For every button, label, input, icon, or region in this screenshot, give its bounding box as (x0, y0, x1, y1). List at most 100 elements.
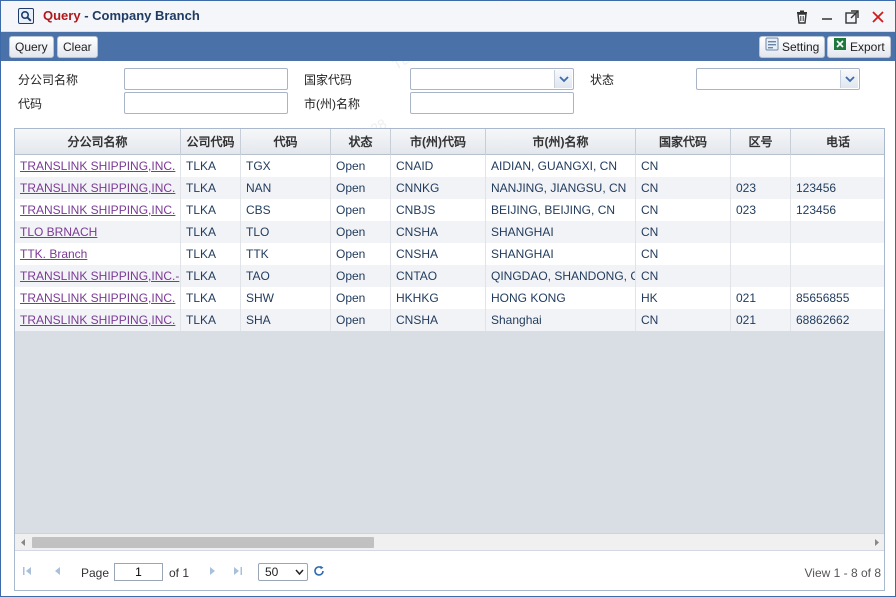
city-name-label: 市(州)名称 (304, 97, 360, 111)
grid-header: 分公司名称 公司代码 代码 状态 市(州)代码 市(州)名称 国家代码 区号 电话 (15, 129, 884, 155)
table-cell: 123456 (791, 199, 884, 221)
table-cell (791, 155, 884, 177)
table-cell: CNAID (391, 155, 486, 177)
window-title: Query - Company Branch (43, 8, 200, 23)
export-button-label: Export (850, 40, 885, 54)
column-header-area-code[interactable]: 区号 (731, 129, 791, 155)
branch-name-link[interactable]: TRANSLINK SHIPPING,INC. (15, 177, 181, 199)
table-row[interactable]: TLO BRNACH TLKA TLO Open CNSHA SHANGHAI CN (15, 221, 884, 243)
table-cell: TLKA (181, 287, 241, 309)
branch-name-link[interactable]: TRANSLINK SHIPPING,INC. (15, 199, 181, 221)
table-cell: Open (331, 155, 391, 177)
column-header-code[interactable]: 代码 (241, 129, 331, 155)
table-cell: TLKA (181, 221, 241, 243)
branch-name-link[interactable]: TLO BRNACH (15, 221, 181, 243)
search-form: 分公司名称 国家代码 状态 代码 市(州)名称 (1, 61, 895, 123)
setting-button-label: Setting (782, 40, 820, 54)
column-header-phone[interactable]: 电话 (791, 129, 884, 155)
table-cell: TLKA (181, 243, 241, 265)
table-row[interactable]: TRANSLINK SHIPPING,INC. TLKA SHA Open CNSHA S… (15, 309, 884, 331)
table-row[interactable]: TRANSLINK SHIPPING,INC.- TLKA TAO Open CNTAO… (15, 265, 884, 287)
title-name: Company Branch (92, 8, 200, 23)
table-cell: CNNKG (391, 177, 486, 199)
column-header-city-name[interactable]: 市(州)名称 (486, 129, 636, 155)
branch-name-link[interactable]: TRANSLINK SHIPPING,INC.- (15, 265, 181, 287)
table-cell: CNSHA (391, 309, 486, 331)
column-header-city-code[interactable]: 市(州)代码 (391, 129, 486, 155)
column-header-status[interactable]: 状态 (331, 129, 391, 155)
scroll-right-icon[interactable] (872, 537, 882, 548)
column-header-country-code[interactable]: 国家代码 (636, 129, 731, 155)
export-button[interactable]: Export (827, 36, 891, 58)
scroll-left-icon[interactable] (18, 537, 28, 548)
page-number-input[interactable] (114, 563, 163, 581)
window: TLKA.CBS.Admin 2024-03-28 TLKA.CBS.Admin… (0, 0, 896, 597)
trash-icon[interactable] (793, 8, 811, 26)
table-cell: SHANGHAI (486, 221, 636, 243)
prev-page-icon[interactable] (50, 564, 64, 578)
table-cell: TLO (241, 221, 331, 243)
table-cell: CN (636, 199, 731, 221)
horizontal-scrollbar[interactable] (15, 533, 884, 550)
city-name-input[interactable] (410, 92, 574, 114)
table-cell: HK (636, 287, 731, 309)
chevron-down-icon[interactable] (554, 70, 572, 88)
title-separator: - (80, 8, 93, 23)
table-cell: HKHKG (391, 287, 486, 309)
table-cell: TGX (241, 155, 331, 177)
table-cell: CN (636, 155, 731, 177)
table-cell: TLKA (181, 177, 241, 199)
clear-button[interactable]: Clear (57, 36, 98, 58)
table-cell: TTK (241, 243, 331, 265)
scrollbar-thumb[interactable] (32, 537, 374, 548)
table-cell: CNSHA (391, 243, 486, 265)
table-row[interactable]: TRANSLINK SHIPPING,INC. TLKA TGX Open CNAID A… (15, 155, 884, 177)
branch-name-label: 分公司名称 (18, 73, 79, 87)
column-header-company-code[interactable]: 公司代码 (181, 129, 241, 155)
setting-button[interactable]: Setting (759, 36, 826, 58)
table-cell: 021 (731, 309, 791, 331)
close-icon[interactable] (869, 8, 887, 26)
table-cell: BEIJING, BEIJING, CN (486, 199, 636, 221)
table-cell: CNBJS (391, 199, 486, 221)
branch-name-link[interactable]: TRANSLINK SHIPPING,INC. (15, 309, 181, 331)
last-page-icon[interactable] (231, 564, 245, 578)
clear-button-label: Clear (63, 40, 92, 54)
branch-name-input[interactable] (124, 68, 288, 90)
code-input[interactable] (124, 92, 288, 114)
table-cell: CBS (241, 199, 331, 221)
table-cell: CNTAO (391, 265, 486, 287)
results-grid: 分公司名称 公司代码 代码 状态 市(州)代码 市(州)名称 国家代码 区号 电话 TRANSL… (14, 128, 885, 591)
table-row[interactable]: TRANSLINK SHIPPING,INC. TLKA NAN Open CNNKG N… (15, 177, 884, 199)
branch-name-link[interactable]: TRANSLINK SHIPPING,INC. (15, 155, 181, 177)
query-button[interactable]: Query (9, 36, 54, 58)
maximize-icon[interactable] (843, 8, 861, 26)
column-header-branch-name[interactable]: 分公司名称 (15, 129, 181, 155)
page-label: Page (81, 566, 110, 580)
table-cell (791, 221, 884, 243)
title-bar: Query - Company Branch (1, 1, 895, 32)
table-cell: CN (636, 243, 731, 265)
table-cell: 68862662 (791, 309, 884, 331)
branch-name-link[interactable]: TRANSLINK SHIPPING,INC. (15, 287, 181, 309)
next-page-icon[interactable] (206, 564, 220, 578)
table-cell: Open (331, 221, 391, 243)
table-row[interactable]: TRANSLINK SHIPPING,INC. TLKA SHW Open HKHKG H… (15, 287, 884, 309)
table-cell: Open (331, 309, 391, 331)
table-row[interactable]: TTK. Branch TLKA TTK Open CNSHA SHANGHAI CN (15, 243, 884, 265)
status-select[interactable] (696, 68, 860, 90)
table-cell: 85656855 (791, 287, 884, 309)
minimize-icon[interactable] (818, 8, 836, 26)
table-cell (731, 155, 791, 177)
table-row[interactable]: TRANSLINK SHIPPING,INC. TLKA CBS Open CNBJS B… (15, 199, 884, 221)
refresh-icon[interactable] (312, 564, 326, 578)
first-page-icon[interactable] (20, 564, 34, 578)
country-code-select[interactable] (410, 68, 574, 90)
chevron-down-icon[interactable] (840, 70, 858, 88)
page-size-select[interactable]: 50 (258, 563, 308, 581)
table-cell: NAN (241, 177, 331, 199)
branch-name-link[interactable]: TTK. Branch (15, 243, 181, 265)
toolbar: Query Clear Setting Export (1, 32, 895, 61)
table-cell: Open (331, 177, 391, 199)
status-label: 状态 (590, 73, 615, 87)
